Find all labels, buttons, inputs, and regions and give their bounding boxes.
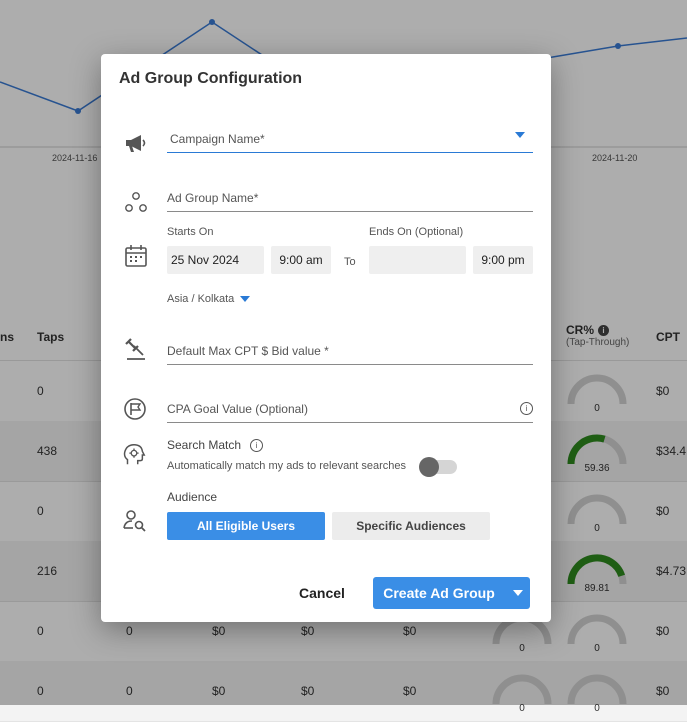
campaign-name-label: Campaign Name* bbox=[170, 132, 265, 146]
start-date-input[interactable]: 25 Nov 2024 bbox=[167, 246, 264, 274]
user-search-icon bbox=[123, 510, 146, 532]
cpa-goal-label: CPA Goal Value (Optional) bbox=[167, 402, 308, 416]
search-match-description: Automatically match my ads to relevant s… bbox=[167, 460, 407, 472]
timezone-select[interactable]: Asia / Kolkata bbox=[167, 293, 251, 305]
chevron-down-icon bbox=[240, 296, 251, 303]
starts-on-label: Starts On bbox=[167, 226, 214, 238]
chevron-down-icon[interactable] bbox=[515, 132, 525, 138]
to-label: To bbox=[344, 256, 356, 268]
chevron-down-icon bbox=[513, 590, 523, 596]
ad-group-name-label: Ad Group Name* bbox=[167, 191, 259, 205]
dialog-title: Ad Group Configuration bbox=[119, 70, 303, 87]
create-options-dropdown[interactable] bbox=[506, 577, 530, 609]
specific-audiences-button[interactable]: Specific Audiences bbox=[332, 512, 490, 540]
search-match-label: Search Match bbox=[167, 438, 242, 452]
start-time-input[interactable]: 9:00 am bbox=[271, 246, 331, 274]
info-icon[interactable]: i bbox=[250, 439, 263, 452]
toggle-knob bbox=[419, 457, 439, 477]
ends-on-label: Ends On (Optional) bbox=[369, 226, 464, 238]
end-time-input[interactable]: 9:00 pm bbox=[473, 246, 533, 274]
head-gear-icon bbox=[123, 444, 146, 465]
flag-circle-icon bbox=[124, 398, 146, 420]
ad-group-configuration-dialog: Ad Group Configuration Campaign Name* Ad… bbox=[101, 54, 551, 622]
gavel-icon bbox=[125, 338, 145, 360]
search-match-title: Search Match bbox=[167, 438, 241, 452]
search-match-toggle[interactable] bbox=[419, 457, 457, 477]
cancel-button[interactable]: Cancel bbox=[299, 585, 345, 601]
create-ad-group-button[interactable]: Create Ad Group bbox=[373, 577, 530, 609]
bid-value-label: Default Max CPT $ Bid value * bbox=[167, 344, 329, 358]
ad-group-name-field[interactable]: Ad Group Name* bbox=[167, 181, 533, 212]
cluster-icon bbox=[125, 192, 147, 212]
calendar-icon bbox=[125, 245, 147, 267]
timezone-label: Asia / Kolkata bbox=[167, 293, 235, 305]
megaphone-icon bbox=[126, 135, 146, 152]
create-ad-group-label: Create Ad Group bbox=[383, 585, 495, 601]
campaign-name-select[interactable]: Campaign Name* bbox=[167, 122, 533, 153]
end-date-input[interactable] bbox=[369, 246, 466, 274]
default-max-cpt-bid-field[interactable]: Default Max CPT $ Bid value * bbox=[167, 334, 533, 365]
cpa-goal-field[interactable]: CPA Goal Value (Optional) i bbox=[167, 392, 533, 423]
all-eligible-users-button[interactable]: All Eligible Users bbox=[167, 512, 325, 540]
info-icon[interactable]: i bbox=[520, 402, 533, 415]
audience-title: Audience bbox=[167, 490, 218, 504]
